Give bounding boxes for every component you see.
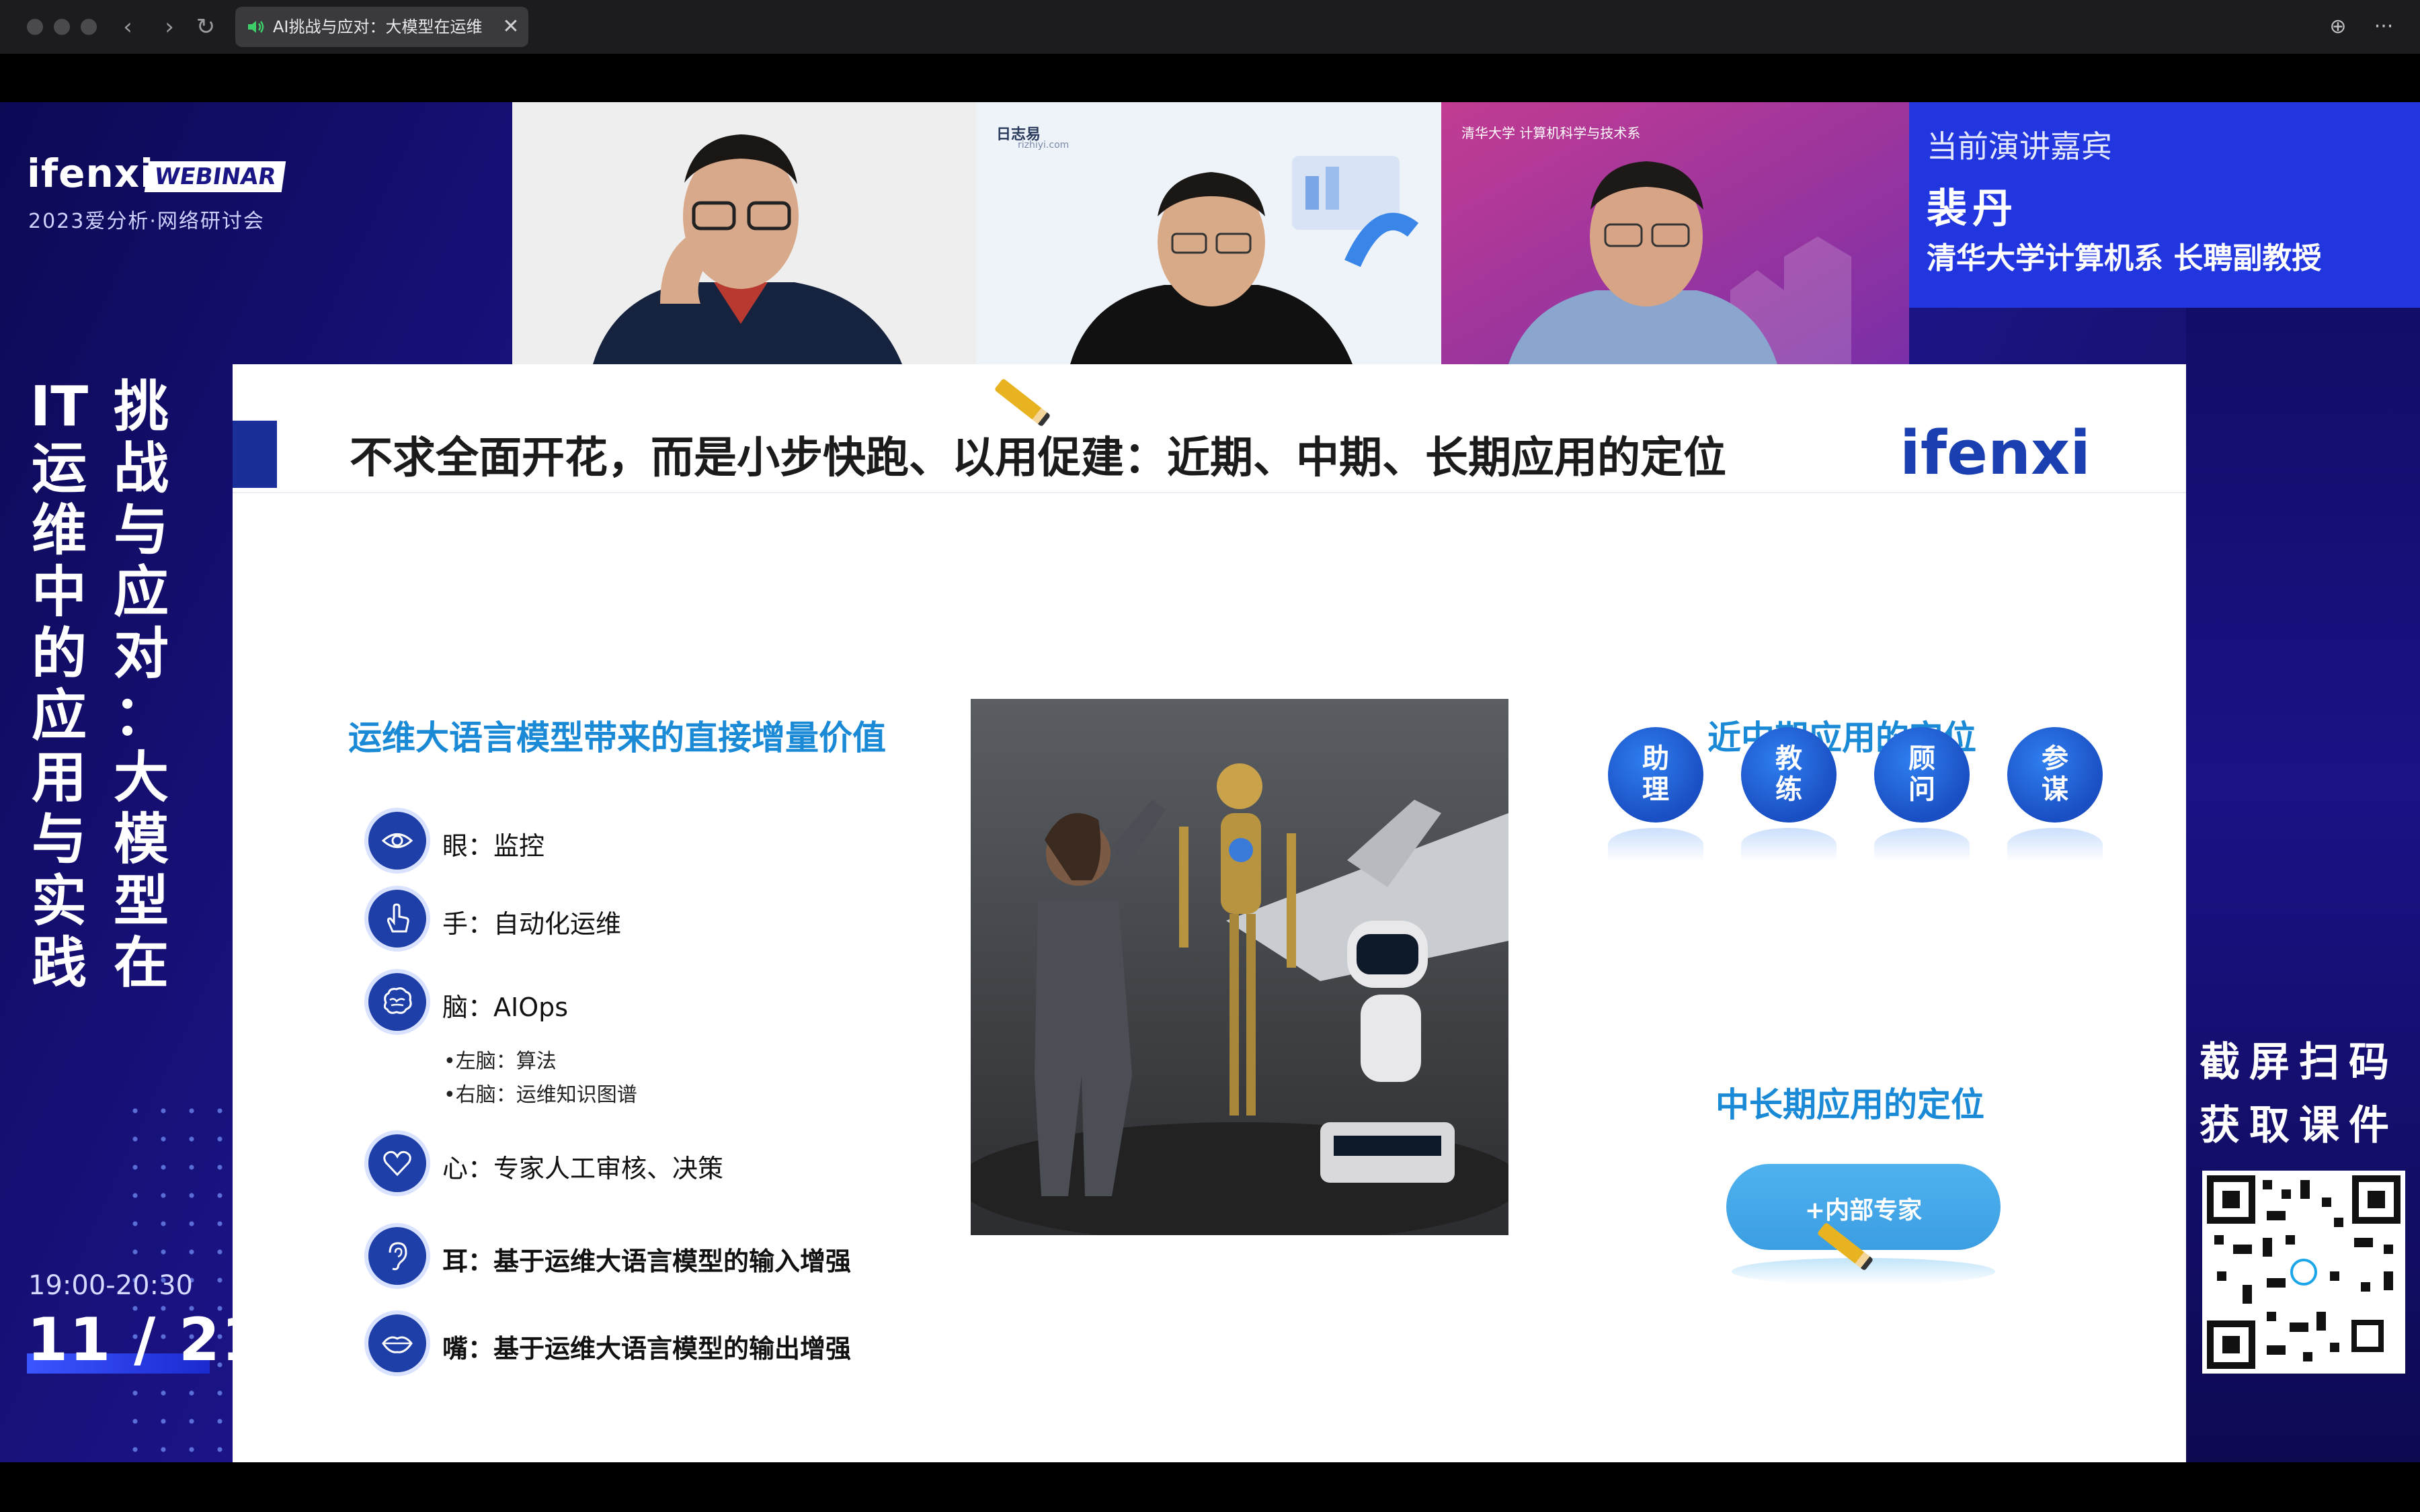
ifenxi-logo: ifenxi xyxy=(27,151,155,196)
brain-sub-right: •右脑：运维知识图谱 xyxy=(444,1083,637,1107)
tab-title: AI挑战与应对：大模型在运维 xyxy=(273,17,483,36)
video-tile-participant-3[interactable]: 清华大学 计算机科学与技术系 xyxy=(1441,102,1909,364)
illustration-image xyxy=(971,699,1508,1235)
vertical-title-col2: IT 运 维 中 的 应 用 与 实 践 xyxy=(30,375,89,995)
role-coach: 教练 xyxy=(1741,727,1837,823)
video-tile-participant-1[interactable] xyxy=(512,102,976,364)
role-reflection xyxy=(1874,828,1970,862)
speaker-name: 裴丹 xyxy=(1927,185,2018,233)
tsinghua-logo: 清华大学 计算机科学与技术系 xyxy=(1461,125,1641,141)
qr-code[interactable] xyxy=(2202,1171,2405,1374)
forward-arrow-icon[interactable]: › xyxy=(153,11,186,43)
feature-label: 眼：监控 xyxy=(442,831,545,861)
webinar-badge: WEBINAR xyxy=(144,161,286,192)
feature-label: 嘴：基于运维大语言模型的输出增强 xyxy=(442,1334,852,1363)
speaker-icon[interactable] xyxy=(246,17,265,36)
speaker-title: 清华大学计算机系 长聘副教授 xyxy=(1927,241,2322,276)
slide-title-accent xyxy=(233,421,277,488)
rizhiyi-logo-sub: rizhiyi.com xyxy=(1018,140,1070,151)
long-term-heading: 中长期应用的定位 xyxy=(1716,1085,1984,1124)
window-zoom-dot[interactable] xyxy=(81,19,97,35)
speaker-label: 当前演讲嘉宾 xyxy=(1927,128,2112,165)
qr-caption-line1: 截屏扫码 xyxy=(2200,1039,2398,1086)
event-time: 19:00-20:30 xyxy=(28,1270,193,1301)
role-advisor: 参谋 xyxy=(2007,727,2103,823)
qr-caption-line2: 获取课件 xyxy=(2200,1102,2398,1149)
video-tile-participant-2[interactable]: 日志易 rizhiyi.com xyxy=(976,102,1441,364)
ear-icon xyxy=(389,1242,407,1271)
window-minimize-dot[interactable] xyxy=(54,19,70,35)
more-icon[interactable]: ··· xyxy=(2368,11,2400,43)
internal-expert-pill: +内部专家 xyxy=(1726,1164,2001,1250)
tab-close-icon[interactable]: ✕ xyxy=(497,13,524,40)
role-reflection xyxy=(1741,828,1837,862)
brain-icon xyxy=(383,987,412,1014)
role-reflection xyxy=(2007,828,2103,862)
browser-tab[interactable]: AI挑战与应对：大模型在运维 ✕ xyxy=(235,7,528,47)
hand-icon xyxy=(387,903,409,933)
participant-1-video xyxy=(512,102,976,364)
slide-ifenxi-logo: ifenxi xyxy=(1900,418,2091,489)
event-date: 11 / 21 xyxy=(27,1305,264,1374)
feature-label: 耳：基于运维大语言模型的输入增强 xyxy=(442,1247,852,1276)
role-consultant: 顾问 xyxy=(1874,727,1970,823)
event-subtitle: 2023爱分析·网络研讨会 xyxy=(28,210,265,233)
brain-sub-left: •左脑：算法 xyxy=(444,1050,557,1073)
browser-toolbar: ‹ › ↻ AI挑战与应对：大模型在运维 ✕ ⊕ ··· xyxy=(0,0,2420,54)
feature-label: 心：专家人工审核、决策 xyxy=(442,1154,724,1183)
role-reflection xyxy=(1608,828,1703,862)
bottom-bar xyxy=(0,1462,2420,1512)
robot-pilot-illustration xyxy=(971,699,1508,1235)
video-stage: ifenxi WEBINAR 2023爱分析·网络研讨会 挑 战 与 应 对 ：… xyxy=(0,102,2420,1462)
mouth-icon xyxy=(382,1336,413,1353)
window-close-dot[interactable] xyxy=(27,19,43,35)
heart-icon xyxy=(383,1150,411,1177)
slide-title: 不求全面开花，而是小步快跑、以用促建：近期、中期、长期应用的定位 xyxy=(350,433,1726,483)
pencil-cursor-icon xyxy=(994,378,1051,427)
vertical-title-col1: 挑 战 与 应 对 ： 大 模 型 在 xyxy=(113,375,169,995)
reload-icon[interactable]: ↻ xyxy=(190,11,222,43)
qr-code-pattern xyxy=(2207,1175,2401,1369)
internal-expert-label: +内部专家 xyxy=(1804,1197,1923,1224)
presentation-slide: 不求全面开花，而是小步快跑、以用促建：近期、中期、长期应用的定位 ifenxi … xyxy=(233,364,2186,1462)
globe-icon[interactable]: ⊕ xyxy=(2322,11,2354,43)
feature-label: 脑：AIOps xyxy=(442,993,569,1022)
feature-label: 手：自动化运维 xyxy=(442,909,622,939)
eye-icon xyxy=(381,833,413,848)
left-section-heading: 运维大语言模型带来的直接增量价值 xyxy=(348,718,886,757)
slide-divider xyxy=(233,492,2186,493)
role-assistant: 助理 xyxy=(1608,727,1703,823)
back-arrow-icon[interactable]: ‹ xyxy=(112,11,144,43)
